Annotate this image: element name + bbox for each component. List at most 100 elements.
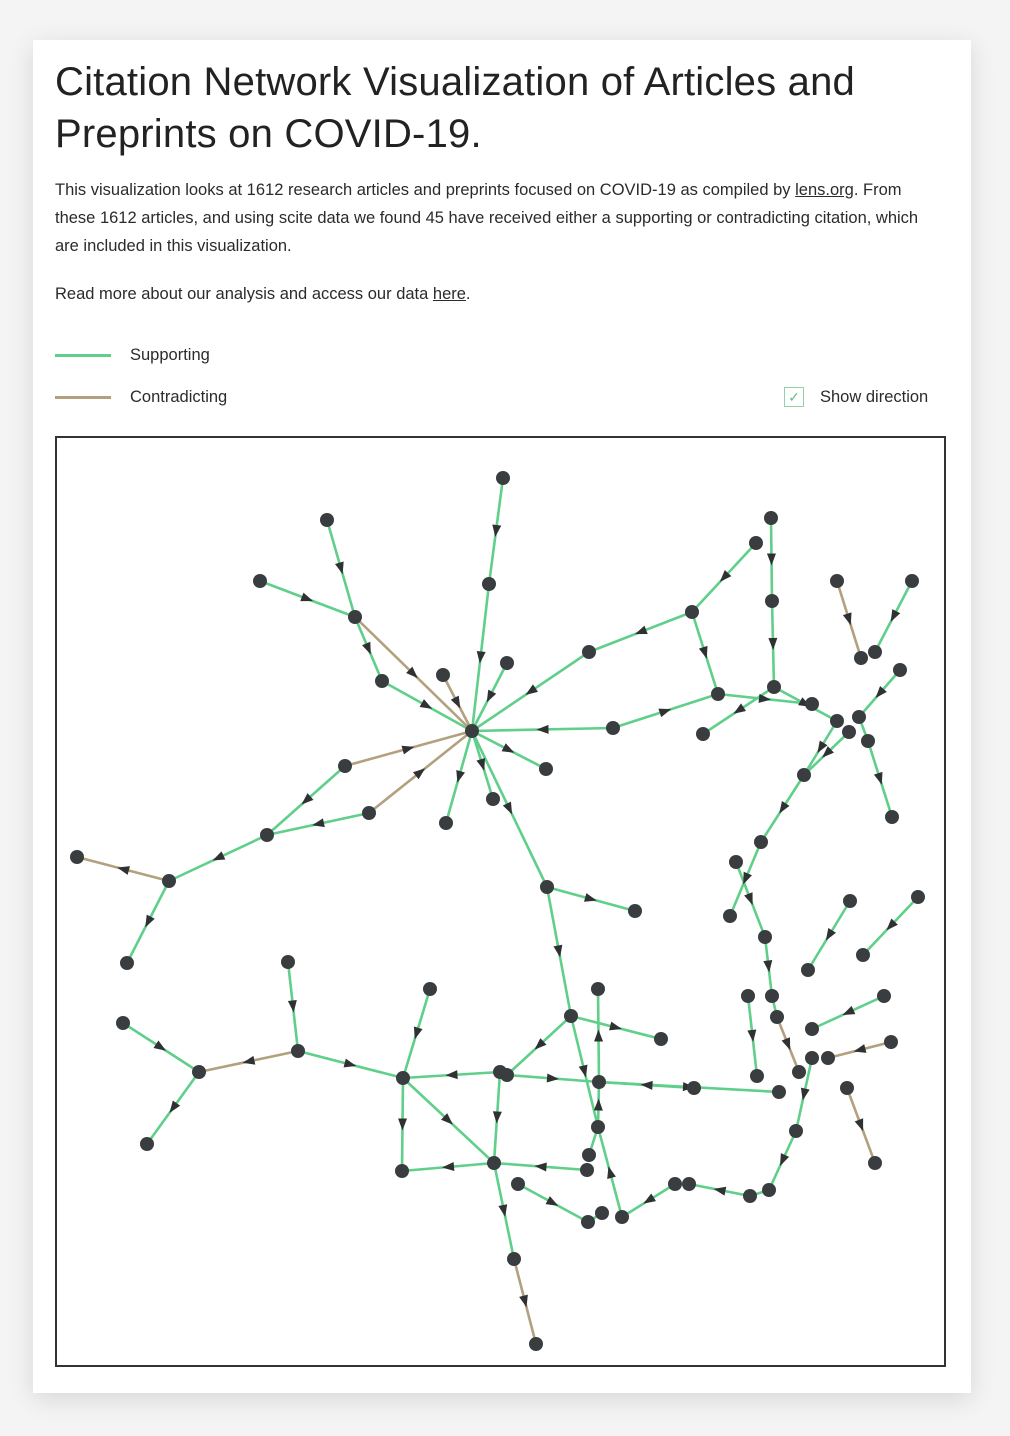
article-node[interactable] (764, 511, 778, 525)
article-node[interactable] (396, 1071, 410, 1085)
show-direction-checkbox[interactable]: ✓ (784, 387, 804, 407)
article-node[interactable] (856, 948, 870, 962)
article-node[interactable] (500, 656, 514, 670)
article-node[interactable] (668, 1177, 682, 1191)
article-node[interactable] (281, 955, 295, 969)
article-node[interactable] (511, 1177, 525, 1191)
article-node[interactable] (840, 1081, 854, 1095)
article-node[interactable] (120, 956, 134, 970)
article-node[interactable] (540, 880, 554, 894)
lens-org-link[interactable]: lens.org (795, 181, 854, 199)
article-node[interactable] (580, 1163, 594, 1177)
article-node[interactable] (291, 1044, 305, 1058)
article-node[interactable] (482, 577, 496, 591)
article-node[interactable] (581, 1215, 595, 1229)
direction-arrow-13 (766, 553, 776, 566)
article-node[interactable] (868, 645, 882, 659)
article-node[interactable] (70, 850, 84, 864)
direction-arrow-34 (890, 609, 901, 622)
article-node[interactable] (797, 768, 811, 782)
article-node[interactable] (741, 989, 755, 1003)
show-direction-toggle[interactable]: ✓ Show direction (784, 385, 928, 409)
article-node[interactable] (792, 1065, 806, 1079)
article-node[interactable] (696, 727, 710, 741)
article-node[interactable] (162, 874, 176, 888)
article-node[interactable] (884, 1035, 898, 1049)
article-node[interactable] (767, 680, 781, 694)
article-node[interactable] (861, 734, 875, 748)
article-node[interactable] (685, 605, 699, 619)
article-node[interactable] (362, 806, 376, 820)
article-node[interactable] (338, 759, 352, 773)
article-node[interactable] (507, 1252, 521, 1266)
article-node[interactable] (854, 651, 868, 665)
article-node[interactable] (885, 810, 899, 824)
article-node[interactable] (116, 1016, 130, 1030)
article-node[interactable] (893, 663, 907, 677)
article-node[interactable] (762, 1183, 776, 1197)
article-node[interactable] (260, 828, 274, 842)
article-node[interactable] (582, 1148, 596, 1162)
article-node[interactable] (772, 1085, 786, 1099)
article-node[interactable] (765, 989, 779, 1003)
article-node[interactable] (591, 982, 605, 996)
article-node[interactable] (682, 1177, 696, 1191)
article-node[interactable] (711, 687, 725, 701)
article-node[interactable] (687, 1081, 701, 1095)
article-node[interactable] (765, 594, 779, 608)
article-node[interactable] (192, 1065, 206, 1079)
article-node[interactable] (758, 930, 772, 944)
network-graph[interactable] (55, 436, 946, 1367)
article-node[interactable] (439, 816, 453, 830)
article-node[interactable] (654, 1032, 668, 1046)
article-node[interactable] (821, 1051, 835, 1065)
article-node[interactable] (465, 724, 479, 738)
article-node[interactable] (436, 668, 450, 682)
article-node[interactable] (529, 1337, 543, 1351)
article-node[interactable] (595, 1206, 609, 1220)
article-node[interactable] (743, 1189, 757, 1203)
article-node[interactable] (592, 1075, 606, 1089)
article-node[interactable] (749, 536, 763, 550)
article-node[interactable] (830, 714, 844, 728)
article-node[interactable] (582, 645, 596, 659)
article-node[interactable] (348, 610, 362, 624)
article-node[interactable] (843, 894, 857, 908)
article-node[interactable] (789, 1124, 803, 1138)
article-node[interactable] (830, 574, 844, 588)
article-node[interactable] (320, 513, 334, 527)
article-node[interactable] (606, 721, 620, 735)
article-node[interactable] (729, 855, 743, 869)
article-node[interactable] (770, 1010, 784, 1024)
article-node[interactable] (591, 1120, 605, 1134)
article-node[interactable] (496, 471, 510, 485)
article-node[interactable] (486, 792, 500, 806)
article-node[interactable] (801, 963, 815, 977)
article-node[interactable] (750, 1069, 764, 1083)
article-node[interactable] (564, 1009, 578, 1023)
article-node[interactable] (615, 1210, 629, 1224)
article-node[interactable] (868, 1156, 882, 1170)
article-node[interactable] (375, 674, 389, 688)
article-node[interactable] (493, 1065, 507, 1079)
direction-arrow-2 (335, 561, 344, 575)
article-node[interactable] (723, 909, 737, 923)
article-node[interactable] (487, 1156, 501, 1170)
article-node[interactable] (423, 982, 437, 996)
here-link[interactable]: here (433, 285, 466, 303)
article-node[interactable] (628, 904, 642, 918)
article-node[interactable] (395, 1164, 409, 1178)
article-node[interactable] (911, 890, 925, 904)
article-node[interactable] (754, 835, 768, 849)
article-node[interactable] (905, 574, 919, 588)
article-node[interactable] (805, 697, 819, 711)
article-node[interactable] (805, 1022, 819, 1036)
article-node[interactable] (805, 1051, 819, 1065)
article-node[interactable] (253, 574, 267, 588)
network-graph-canvas[interactable] (57, 438, 944, 1365)
article-node[interactable] (842, 725, 856, 739)
article-node[interactable] (539, 762, 553, 776)
article-node[interactable] (877, 989, 891, 1003)
article-node[interactable] (140, 1137, 154, 1151)
article-node[interactable] (852, 710, 866, 724)
